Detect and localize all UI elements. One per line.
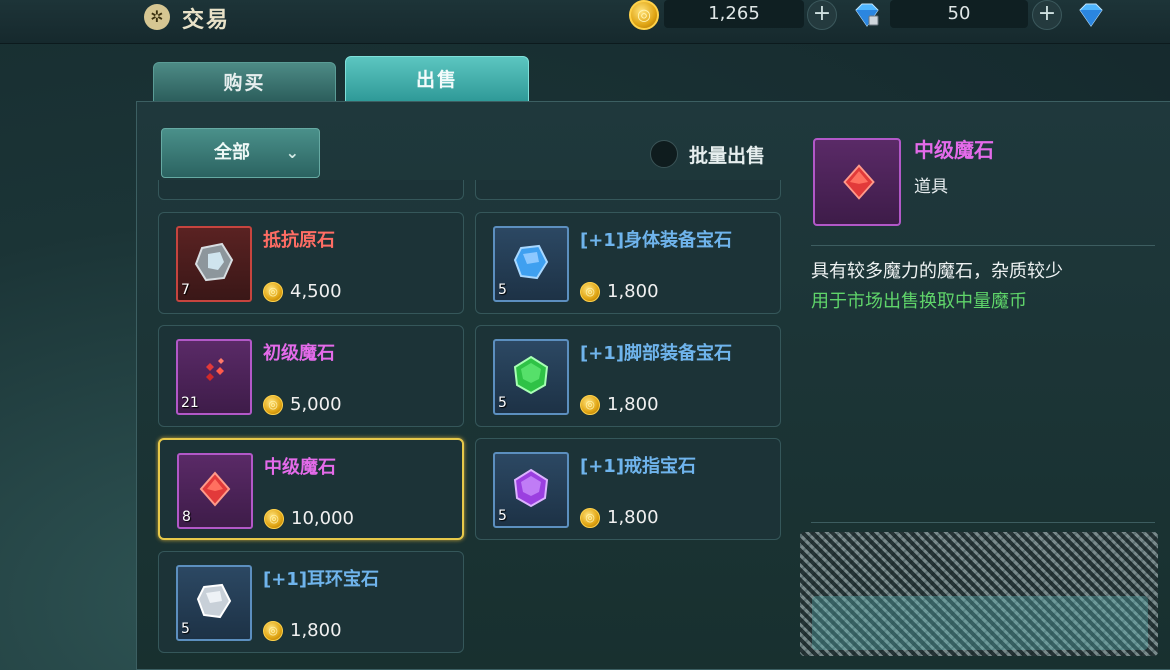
list-item[interactable]: 5 [+1]戒指宝石 ◎ 1,800 (475, 438, 781, 540)
category-filter-dropdown[interactable]: 全部 ⌄ (161, 128, 320, 178)
item-quantity: 5 (181, 621, 190, 637)
green-gem-icon (513, 355, 549, 395)
add-gold-button[interactable]: + (807, 0, 837, 30)
bound-diamond-icon (855, 3, 879, 27)
detail-item-name: 中级魔石 (914, 138, 994, 162)
item-quantity: 8 (182, 509, 191, 525)
filter-label: 全部 (214, 142, 250, 163)
settings-emblem-icon: ✲ (144, 4, 170, 30)
divider (811, 245, 1155, 246)
item-slot: 5 (493, 452, 569, 528)
red-gem-icon (199, 471, 231, 507)
white-gem-icon (196, 583, 232, 619)
list-item[interactable]: 5 [+1]耳环宝石 ◎ 1,800 (158, 551, 464, 653)
item-name: [+1]脚部装备宝石 (580, 343, 733, 364)
item-slot: 5 (493, 339, 569, 415)
list-item[interactable]: 5 [+1]脚部装备宝石 ◎ 1,800 (475, 325, 781, 427)
list-item-partial[interactable] (475, 180, 781, 200)
bound-diamond-amount: 50 (890, 0, 1028, 28)
item-price: 1,800 (607, 281, 659, 302)
item-price: 1,800 (607, 394, 659, 415)
item-name: 抵抗原石 (263, 230, 335, 251)
list-item[interactable]: 7 抵抗原石 ◎ 4,500 (158, 212, 464, 314)
page-title: 交易 (182, 8, 231, 33)
coin-icon: ◎ (263, 395, 283, 415)
item-slot: 21 (176, 339, 252, 415)
add-diamond-button[interactable]: + (1032, 0, 1062, 30)
item-price: 5,000 (290, 394, 342, 415)
detail-item-slot (813, 138, 901, 226)
list-item-selected[interactable]: 8 中级魔石 ◎ 10,000 (158, 438, 464, 540)
chevron-down-icon: ⌄ (285, 143, 299, 162)
item-slot: 8 (177, 453, 253, 529)
coin-icon: ◎ (580, 508, 600, 528)
red-gem-icon (843, 164, 875, 200)
item-quantity: 7 (181, 282, 190, 298)
batch-sell-radio[interactable] (650, 140, 678, 168)
item-quantity: 5 (498, 508, 507, 524)
detail-usage: 用于市场出售换取中量魔币 (811, 291, 1027, 312)
item-quantity: 5 (498, 282, 507, 298)
list-item-partial[interactable] (158, 180, 464, 200)
item-name: [+1]戒指宝石 (580, 456, 697, 477)
coin-icon: ◎ (264, 509, 284, 529)
tab-sell[interactable]: 出售 (345, 56, 529, 102)
coin-icon: ◎ (580, 282, 600, 302)
item-price: 1,800 (290, 620, 342, 641)
small-magic-stones-icon (206, 358, 224, 381)
diamond-icon (1079, 3, 1103, 27)
blue-gem-icon (513, 244, 549, 280)
detail-item-type: 道具 (914, 177, 948, 197)
item-quantity: 5 (498, 395, 507, 411)
list-item[interactable]: 5 [+1]身体装备宝石 ◎ 1,800 (475, 212, 781, 314)
divider (811, 522, 1155, 523)
gold-amount: 1,265 (664, 0, 804, 28)
coin-icon: ◎ (263, 282, 283, 302)
item-slot: 5 (493, 226, 569, 302)
detail-description: 具有较多魔力的魔石，杂质较少 (811, 261, 1063, 282)
item-price: 4,500 (290, 281, 342, 302)
resistance-ore-icon (194, 242, 234, 282)
item-slot: 7 (176, 226, 252, 302)
item-grid[interactable]: 7 抵抗原石 ◎ 4,500 5 [+1]身体装备宝石 ◎ 1,800 21 初… (155, 180, 787, 670)
list-item[interactable]: 21 初级魔石 ◎ 5,000 (158, 325, 464, 427)
item-slot: 5 (176, 565, 252, 641)
item-name: 初级魔石 (263, 343, 335, 364)
coin-icon: ◎ (580, 395, 600, 415)
item-price: 10,000 (291, 508, 354, 529)
item-quantity: 21 (181, 395, 199, 411)
batch-sell-label[interactable]: 批量出售 (689, 141, 765, 168)
item-name: [+1]身体装备宝石 (580, 230, 733, 251)
item-price: 1,800 (607, 507, 659, 528)
item-name: 中级魔石 (264, 457, 336, 478)
sell-action-button[interactable] (812, 596, 1148, 650)
purple-gem-icon (513, 468, 549, 508)
tab-buy[interactable]: 购买 (153, 62, 336, 102)
coin-icon: ◎ (263, 621, 283, 641)
item-name: [+1]耳环宝石 (263, 569, 380, 590)
gold-coin-icon: ◎ (629, 0, 659, 30)
